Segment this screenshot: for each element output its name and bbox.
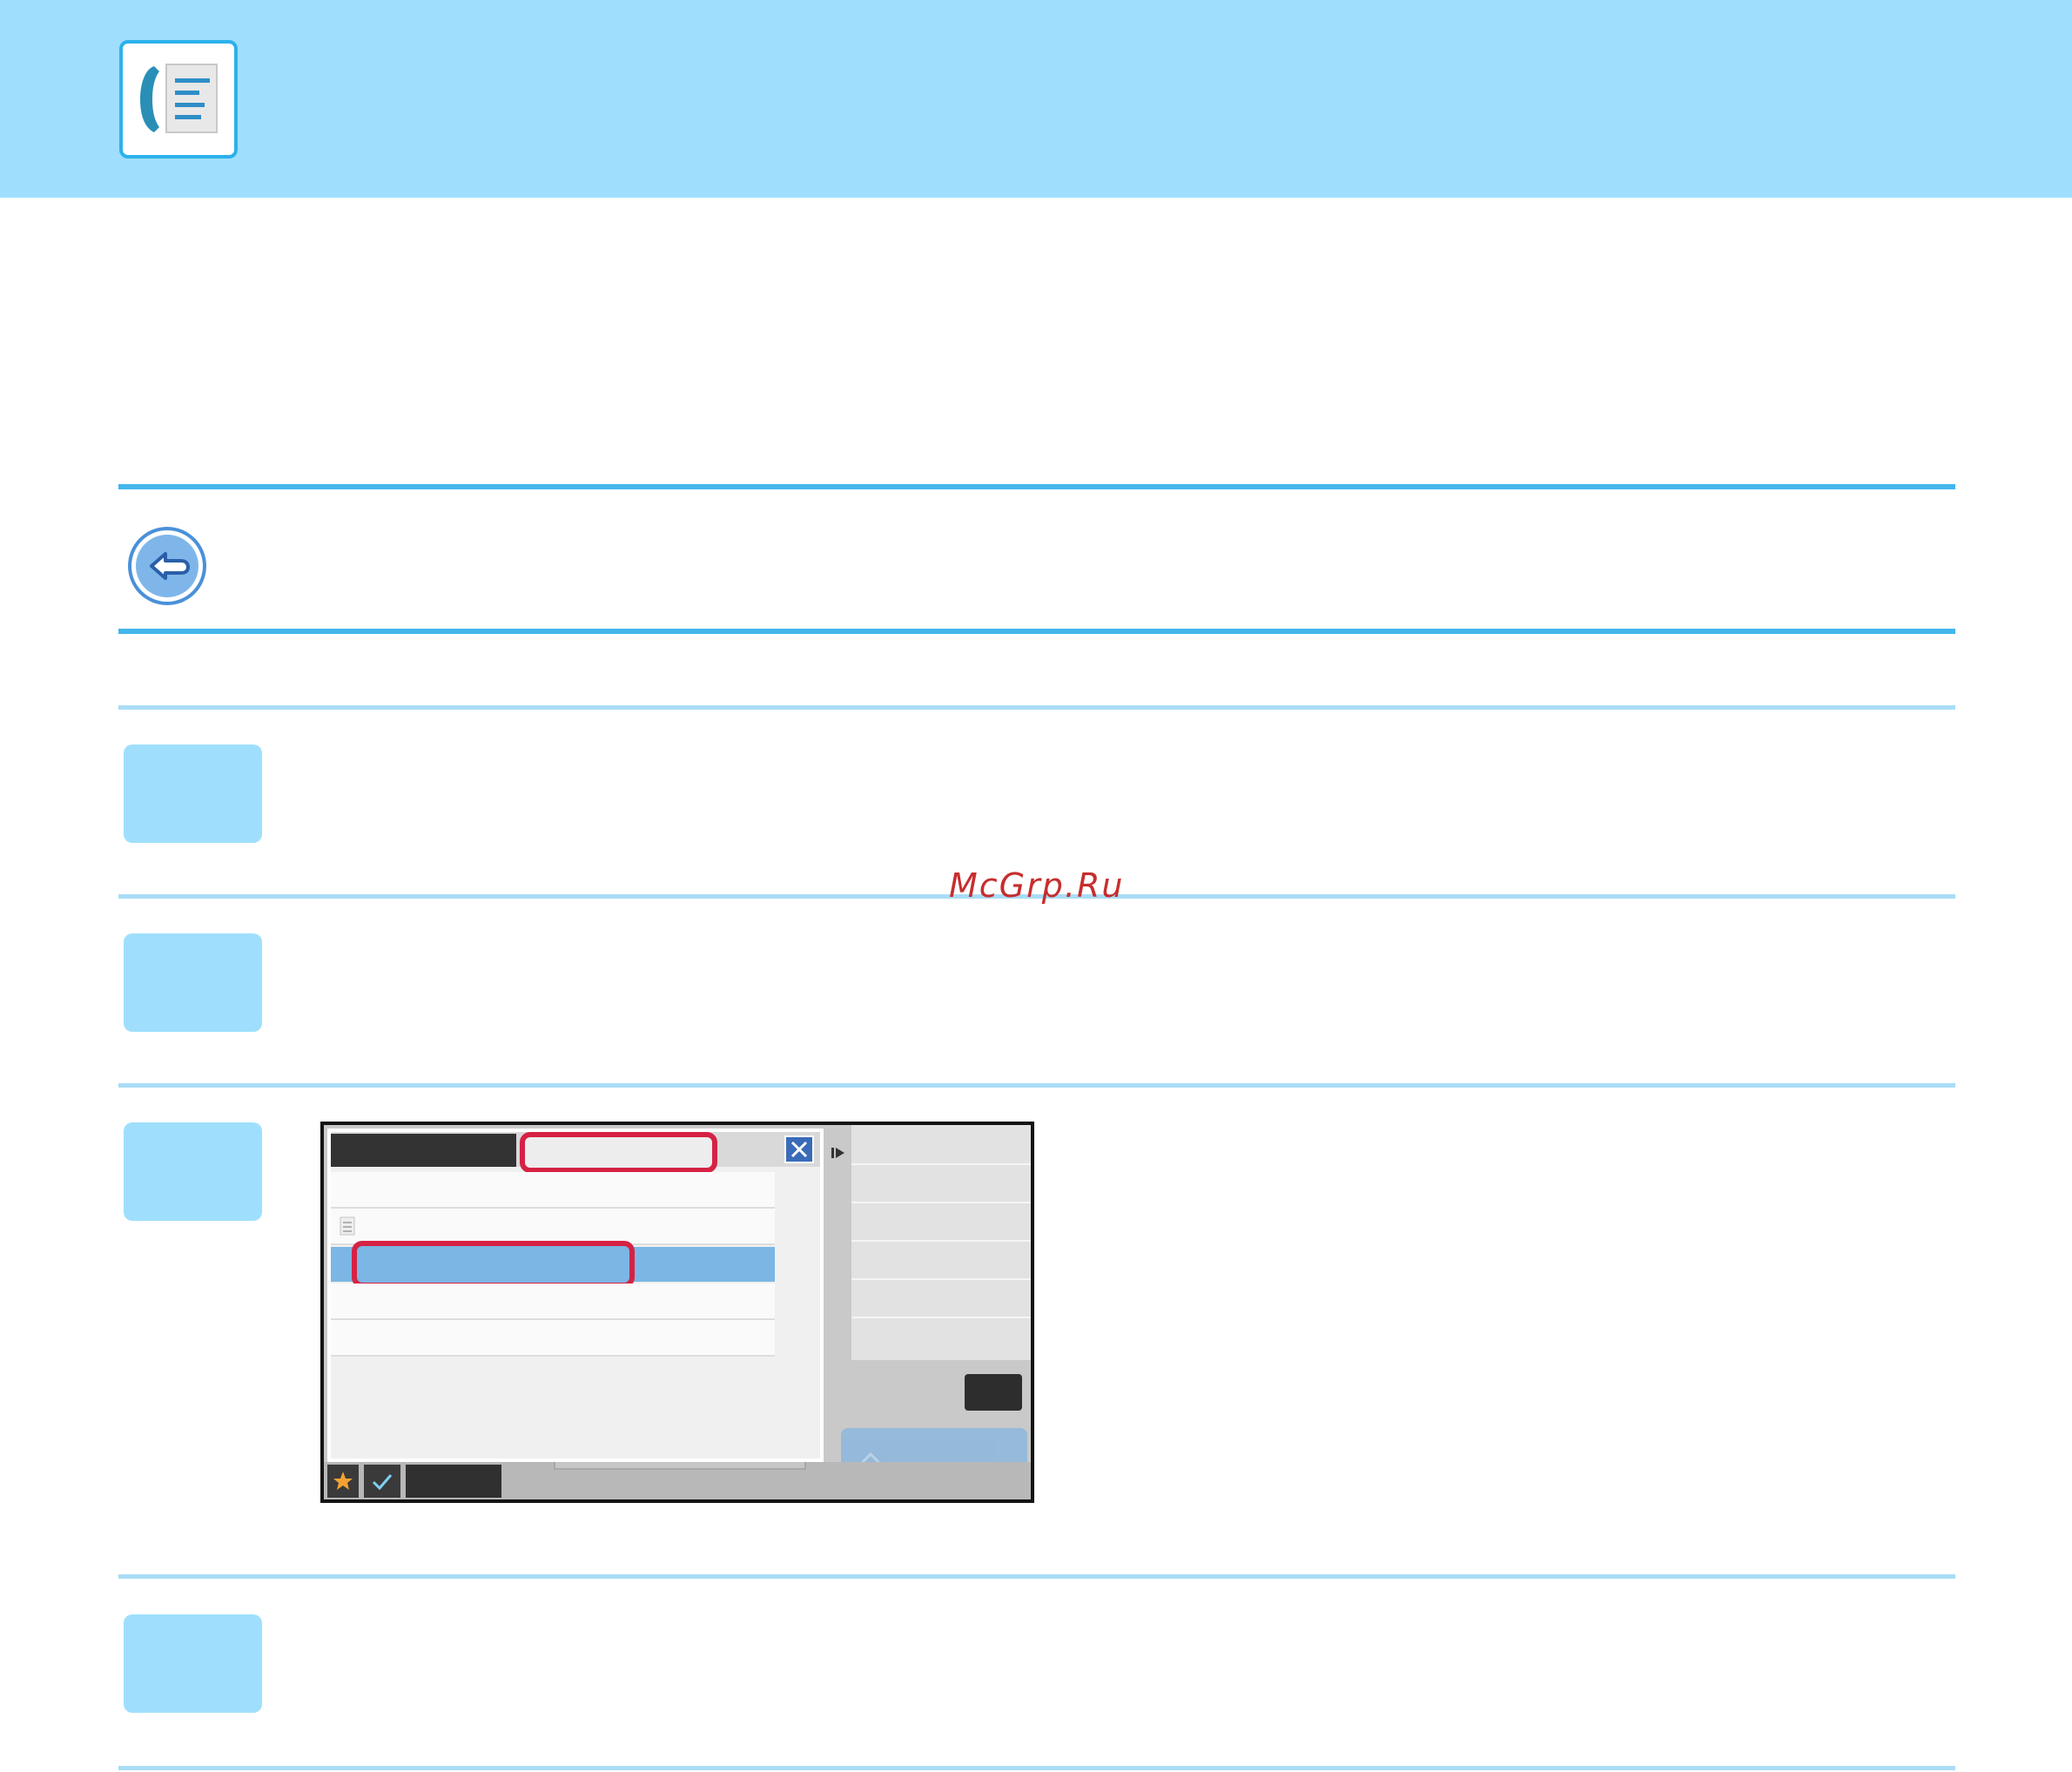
section-rule-bottom bbox=[118, 629, 1955, 634]
watermark-text: McGrp.Ru bbox=[949, 866, 1125, 905]
address-book-panel bbox=[327, 1129, 824, 1462]
step-badge-3 bbox=[124, 1122, 262, 1221]
panel-tab[interactable] bbox=[331, 1134, 516, 1167]
star-button[interactable] bbox=[327, 1465, 359, 1498]
list-item[interactable] bbox=[331, 1320, 775, 1357]
check-icon bbox=[372, 1474, 393, 1491]
list-icon bbox=[340, 1216, 355, 1236]
right-row-divider bbox=[851, 1240, 1031, 1242]
toolbar-button[interactable] bbox=[406, 1465, 501, 1498]
check-button[interactable] bbox=[364, 1465, 400, 1498]
step-badge-4 bbox=[124, 1614, 262, 1713]
right-row-divider bbox=[851, 1317, 1031, 1318]
close-button[interactable] bbox=[784, 1135, 814, 1163]
step-divider-1 bbox=[118, 705, 1955, 710]
fax-address-book-icon bbox=[119, 40, 238, 158]
play-next-icon[interactable] bbox=[829, 1142, 850, 1163]
step-badge-2 bbox=[124, 933, 262, 1032]
right-row-divider bbox=[851, 1202, 1031, 1203]
list-item[interactable] bbox=[331, 1209, 775, 1245]
step-divider-3 bbox=[118, 1083, 1955, 1088]
close-icon bbox=[790, 1141, 808, 1158]
back-arrow-icon[interactable] bbox=[125, 524, 209, 608]
list-item[interactable] bbox=[331, 1284, 775, 1320]
right-action-button[interactable] bbox=[965, 1374, 1022, 1411]
step-divider-4 bbox=[118, 1574, 1955, 1579]
panel-tab-highlighted[interactable] bbox=[520, 1132, 717, 1173]
step-badge-1 bbox=[124, 745, 262, 843]
right-row-divider bbox=[851, 1278, 1031, 1280]
right-row-divider bbox=[851, 1163, 1031, 1165]
section-rule-top bbox=[118, 484, 1955, 489]
list-item-highlighted[interactable] bbox=[352, 1241, 635, 1288]
fax-icon-graphic bbox=[140, 64, 218, 133]
device-screen bbox=[320, 1122, 1034, 1503]
right-pane bbox=[851, 1125, 1031, 1360]
star-icon bbox=[333, 1472, 353, 1490]
list-item[interactable] bbox=[331, 1172, 775, 1209]
header-bar bbox=[0, 0, 2072, 198]
step-divider-5 bbox=[118, 1766, 1955, 1770]
